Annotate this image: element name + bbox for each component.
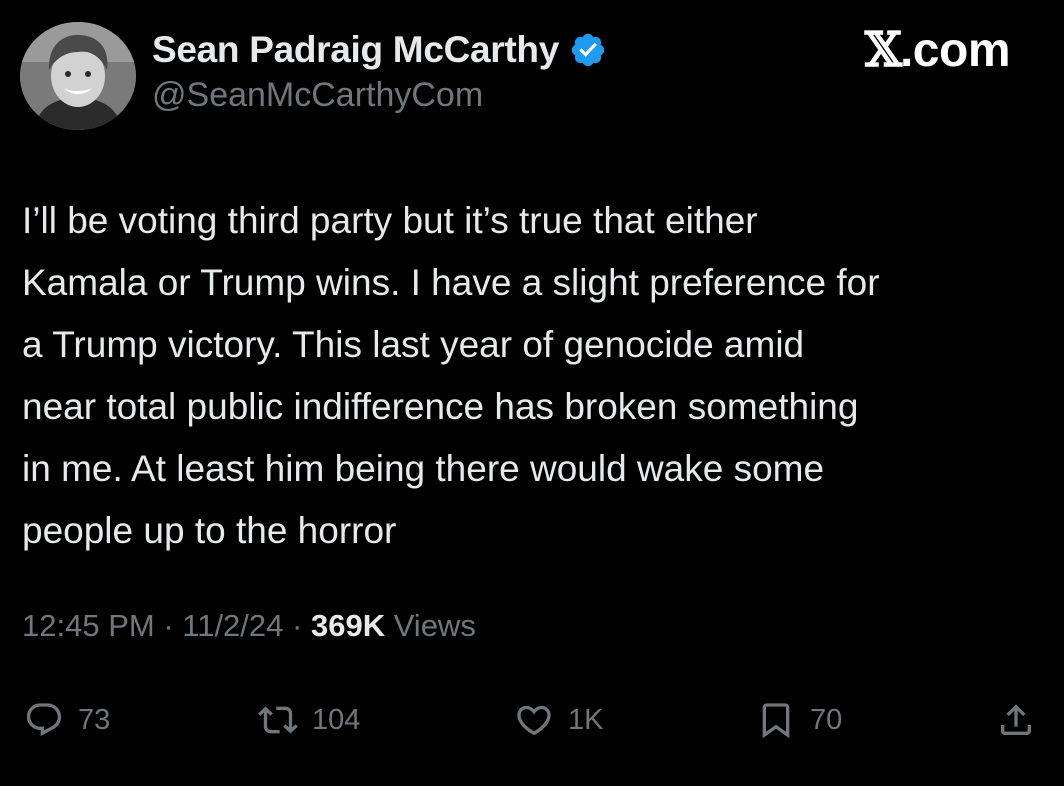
author-display-name[interactable]: Sean Padraig McCarthy (152, 29, 559, 71)
brand-logo: 𝕏.com (864, 22, 1011, 78)
bookmark-button[interactable]: 70 (756, 690, 842, 750)
bookmark-count: 70 (810, 703, 843, 736)
tweet-text: I’ll be voting third party but it’s true… (22, 190, 1042, 562)
repost-count: 104 (312, 703, 361, 736)
tweet-line: near total public indifference has broke… (22, 386, 859, 427)
x-logo-letter: 𝕏 (864, 22, 902, 78)
tweet-line: Kamala or Trump wins. I have a slight pr… (22, 262, 880, 303)
tweet-time[interactable]: 12:45 PM (22, 608, 155, 643)
tweet-meta: 12:45 PM · 11/2/24 · 369K Views (22, 608, 476, 644)
bookmark-icon (756, 700, 796, 740)
tweet-date[interactable]: 11/2/24 (182, 608, 283, 643)
author-handle[interactable]: @SeanMcCarthyCom (152, 76, 483, 115)
verified-badge-icon (569, 31, 607, 69)
tweet-line: in me. At least him being there would wa… (22, 448, 825, 489)
brand-suffix: .com (899, 24, 1011, 77)
reply-count: 73 (78, 703, 111, 736)
tweet-line: a Trump victory. This last year of genoc… (22, 324, 805, 365)
share-button[interactable] (996, 690, 1036, 750)
avatar[interactable] (20, 22, 136, 130)
views-label: Views (385, 608, 476, 643)
tweet-line: people up to the horror (22, 510, 397, 551)
meta-separator: · (154, 608, 183, 643)
reply-button[interactable]: 73 (24, 690, 110, 750)
meta-separator: · (283, 608, 311, 643)
repost-icon (258, 700, 298, 740)
like-button[interactable]: 1K (514, 690, 603, 750)
heart-icon (514, 700, 554, 740)
profile-photo (20, 22, 136, 130)
author-name-row: Sean Padraig McCarthy (152, 24, 607, 76)
repost-button[interactable]: 104 (258, 690, 360, 750)
action-bar: 73 104 1K 70 (22, 690, 1042, 750)
like-count: 1K (568, 703, 604, 736)
share-icon (996, 700, 1036, 740)
reply-icon (24, 700, 64, 740)
views-count[interactable]: 369K (311, 608, 385, 643)
tweet-line: I’ll be voting third party but it’s true… (22, 200, 758, 241)
